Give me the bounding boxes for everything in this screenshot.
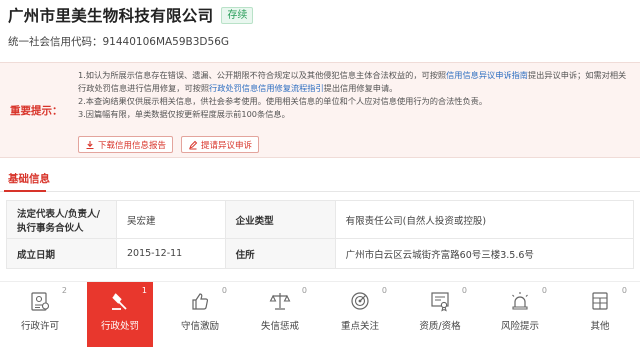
company-header: 广州市里美生物科技有限公司 存续 bbox=[8, 4, 254, 26]
basic-info-header: 基础信息 bbox=[0, 166, 640, 192]
tab-count: 0 bbox=[221, 286, 227, 295]
tab-administrative-license[interactable]: 2 行政许可 bbox=[7, 282, 73, 347]
license-icon bbox=[31, 292, 50, 311]
tab-label: 其他 bbox=[590, 321, 610, 332]
tab-label: 行政许可 bbox=[20, 321, 59, 332]
tab-count: 2 bbox=[61, 286, 67, 295]
notice-label: 重要提示： bbox=[10, 105, 63, 117]
tab-count: 0 bbox=[541, 286, 547, 295]
notice-buttons: 下载信用信息报告 提请异议申诉 bbox=[78, 136, 260, 153]
status-badge: 存续 bbox=[221, 6, 254, 24]
notice-text: 提出信用修复申请。 bbox=[323, 83, 398, 93]
established-date-value: 2015-12-11 bbox=[116, 238, 226, 269]
credit-code-value: 91440106MA59B3D56G bbox=[102, 36, 230, 48]
certificate-icon bbox=[431, 292, 449, 312]
tab-dishonesty-penalty[interactable]: 0 失信惩戒 bbox=[247, 282, 313, 347]
credit-code-line: 统一社会信用代码：91440106MA59B3D56G bbox=[8, 34, 229, 49]
tab-label: 失信惩戒 bbox=[260, 321, 299, 332]
tab-risk-warning[interactable]: 0 风险提示 bbox=[487, 282, 553, 347]
tab-qualification[interactable]: 0 资质/资格 bbox=[407, 282, 473, 347]
tab-count: 0 bbox=[621, 286, 627, 295]
download-report-label: 下载信用信息报告 bbox=[98, 140, 167, 151]
tab-label: 资质/资格 bbox=[419, 321, 461, 332]
thumbs-up-icon bbox=[192, 293, 209, 310]
target-icon bbox=[351, 292, 369, 310]
tab-label: 重点关注 bbox=[340, 321, 379, 332]
address-value: 广州市白云区云城街齐富路60号三楼3.5.6号 bbox=[334, 238, 635, 269]
objection-guide-link[interactable]: 信用信息异议申诉指南 bbox=[446, 70, 528, 80]
tab-count: 0 bbox=[461, 286, 467, 295]
submit-objection-button[interactable]: 提请异议申诉 bbox=[181, 136, 260, 153]
notice-paragraph-3: 3.因篇幅有限，单类数据仅按更新程度展示前100条信息。 bbox=[78, 109, 290, 119]
download-report-button[interactable]: 下载信用信息报告 bbox=[78, 136, 174, 153]
company-name: 广州市里美生物科技有限公司 bbox=[8, 7, 214, 25]
section-title[interactable]: 基础信息 bbox=[8, 171, 50, 186]
established-date-label: 成立日期 bbox=[6, 238, 117, 269]
tab-count: 0 bbox=[381, 286, 387, 295]
notice-paragraph-1: 1.如认为所展示信息存在错误、遗漏、公开期限不符合规定以及其他侵犯信息主体合法权… bbox=[78, 69, 634, 95]
legal-rep-value: 吴宏建 bbox=[116, 200, 226, 239]
address-label: 住所 bbox=[224, 238, 336, 269]
credit-code-label: 统一社会信用代码： bbox=[8, 36, 103, 48]
gavel-icon bbox=[112, 293, 127, 310]
scale-icon bbox=[269, 293, 291, 310]
download-icon bbox=[86, 140, 94, 149]
tab-label: 风险提示 bbox=[500, 321, 539, 332]
tab-count: 1 bbox=[141, 286, 147, 295]
tab-label: 行政处罚 bbox=[100, 321, 139, 332]
tab-label: 守信激励 bbox=[180, 321, 219, 332]
category-tabs: 2 行政许可 1 行政处罚 0 守信激励 0 失信惩戒 0 重点关注 0 资质/… bbox=[0, 281, 640, 347]
edit-icon bbox=[189, 140, 198, 149]
tab-administrative-penalty[interactable]: 1 行政处罚 bbox=[87, 282, 153, 347]
basic-info-table: 法定代表人/负责人/执行事务合伙人 吴宏建 企业类型 有限责任公司(自然人投资或… bbox=[6, 200, 635, 269]
tab-credit-incentive[interactable]: 0 守信激励 bbox=[167, 282, 233, 347]
alarm-icon bbox=[512, 292, 528, 310]
notice-text: 1.如认为所展示信息存在错误、遗漏、公开期限不符合规定以及其他侵犯信息主体合法权… bbox=[78, 70, 447, 80]
notice-paragraph-2: 2.本查询结果仅供展示相关信息，供社会参考使用。使用相关信息的单位和个人应对信息… bbox=[78, 96, 488, 106]
tab-count: 0 bbox=[301, 286, 307, 295]
section-underline bbox=[4, 190, 46, 192]
tab-key-attention[interactable]: 0 重点关注 bbox=[327, 282, 393, 347]
company-type-value: 有限责任公司(自然人投资或控股) bbox=[334, 200, 635, 239]
grid-icon bbox=[592, 292, 608, 310]
important-notice: 重要提示： 1.如认为所展示信息存在错误、遗漏、公开期限不符合规定以及其他侵犯信… bbox=[0, 62, 640, 158]
legal-rep-label: 法定代表人/负责人/执行事务合伙人 bbox=[6, 200, 117, 239]
submit-objection-label: 提请异议申诉 bbox=[201, 140, 253, 151]
credit-repair-guide-link[interactable]: 行政处罚信息信用修复流程指引 bbox=[209, 83, 324, 93]
table-row: 成立日期 2015-12-11 住所 广州市白云区云城街齐富路60号三楼3.5.… bbox=[6, 238, 635, 269]
table-row: 法定代表人/负责人/执行事务合伙人 吴宏建 企业类型 有限责任公司(自然人投资或… bbox=[6, 200, 635, 239]
tab-other[interactable]: 0 其他 bbox=[567, 282, 633, 347]
notice-body: 1.如认为所展示信息存在错误、遗漏、公开期限不符合规定以及其他侵犯信息主体合法权… bbox=[78, 69, 634, 121]
company-type-label: 企业类型 bbox=[224, 200, 336, 239]
